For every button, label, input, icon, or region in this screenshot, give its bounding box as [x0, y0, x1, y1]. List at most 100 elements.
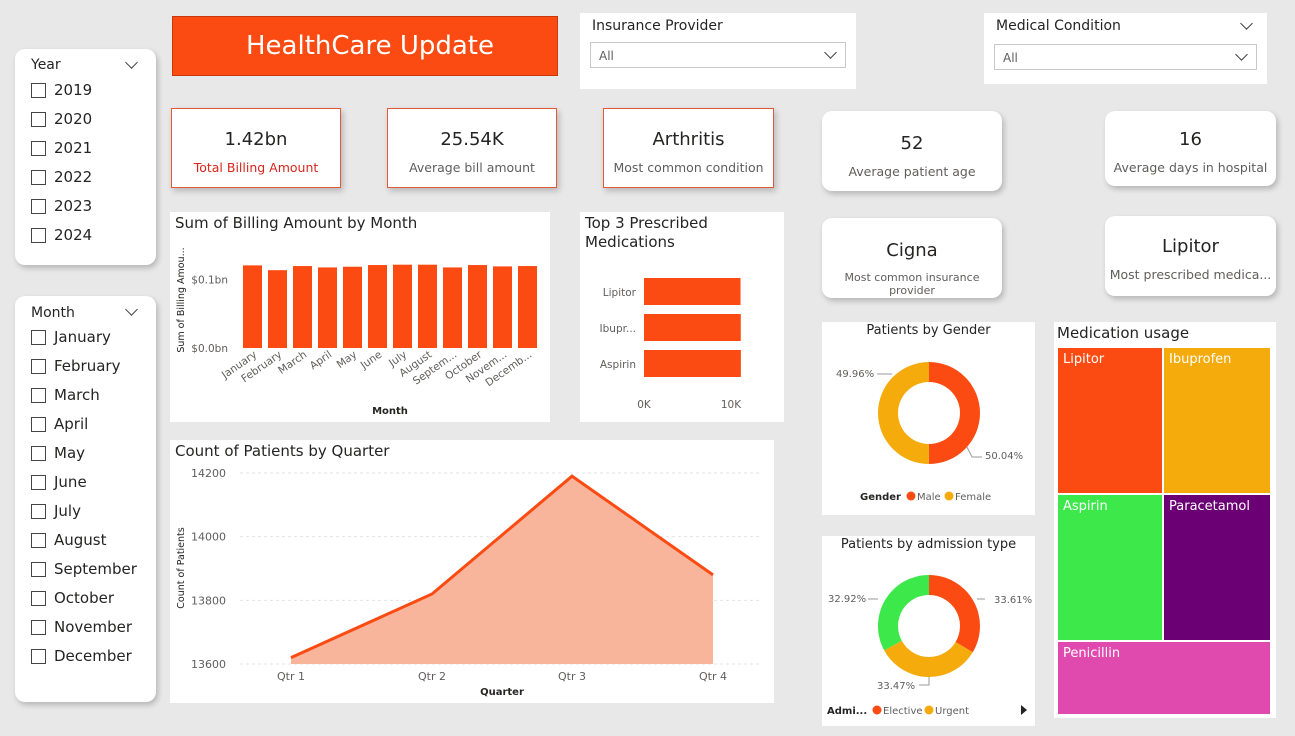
option-label: June	[54, 473, 87, 491]
bar	[644, 278, 741, 305]
month-option[interactable]: March	[31, 386, 100, 404]
year-option[interactable]: 2023	[31, 197, 92, 215]
donut-slice	[877, 362, 929, 464]
quarter-area-svg: 13600 13800 14000 14200 Qtr 1 Qtr 2 Qtr 3 Qtr 4…	[176, 467, 760, 698]
option-label: February	[54, 357, 121, 375]
year-option[interactable]: 2021	[31, 139, 92, 157]
legend-marker	[944, 491, 954, 501]
bar	[268, 270, 287, 348]
checkbox[interactable]	[31, 358, 46, 374]
checkbox[interactable]	[31, 561, 46, 577]
legend-label: Female	[955, 492, 991, 503]
y-tick-label: 14200	[191, 467, 226, 480]
treemap-tile[interactable]: Paracetamol	[1164, 495, 1270, 640]
legend-title: Admi...	[827, 706, 867, 717]
month-slicer-title: Month	[31, 305, 75, 321]
checkbox[interactable]	[31, 648, 46, 664]
label-leader	[919, 677, 930, 686]
month-option[interactable]: May	[31, 444, 85, 462]
donut-slice	[928, 362, 980, 464]
month-option[interactable]: November	[31, 618, 132, 636]
month-option[interactable]: December	[31, 647, 132, 665]
treemap-tile[interactable]: Ibuprofen	[1164, 348, 1270, 493]
y-tick-label: Ibupr...	[600, 323, 636, 335]
bar	[518, 266, 537, 348]
x-tick-label: Qtr 4	[699, 670, 727, 683]
kpi-label: Average bill amount	[409, 160, 535, 175]
checkbox[interactable]	[31, 329, 46, 345]
legend-marker	[924, 705, 934, 715]
option-label: 2022	[54, 168, 93, 186]
month-option[interactable]: June	[31, 473, 87, 491]
month-option[interactable]: September	[31, 560, 137, 578]
month-option[interactable]: April	[31, 415, 88, 433]
checkbox[interactable]	[31, 416, 46, 432]
treemap-tile[interactable]: Penicillin	[1058, 642, 1270, 714]
month-option[interactable]: July	[31, 502, 81, 520]
legend-title: Gender	[860, 492, 901, 503]
chart-title: Medication usage	[1057, 324, 1190, 342]
option-label: July	[54, 502, 81, 520]
bar	[493, 266, 512, 348]
checkbox[interactable]	[31, 590, 46, 606]
patients-by-quarter-chart: Count of Patients by Quarter 13600 13800 1…	[170, 440, 774, 703]
kpi-common-insurance: Cigna Most common insurance provider	[822, 218, 1002, 298]
medical-condition-label: Medical Condition	[996, 18, 1121, 34]
month-option[interactable]: January	[31, 328, 111, 346]
medical-condition-dropdown[interactable]: All	[994, 44, 1257, 70]
y-tick-label: $0.0bn	[191, 343, 228, 355]
chevron-down-icon[interactable]	[125, 56, 138, 69]
treemap-label: Lipitor	[1063, 352, 1105, 367]
legend-next-arrow-icon[interactable]	[1021, 705, 1027, 715]
year-option[interactable]: 2019	[31, 81, 92, 99]
month-option[interactable]: August	[31, 531, 107, 549]
medical-condition-value: All	[1003, 51, 1018, 65]
checkbox[interactable]	[31, 227, 46, 243]
kpi-value: 25.54K	[440, 129, 504, 150]
checkbox[interactable]	[31, 474, 46, 490]
checkbox[interactable]	[31, 619, 46, 635]
checkbox[interactable]	[31, 111, 46, 127]
treemap-tile[interactable]: Lipitor	[1058, 348, 1162, 493]
option-label: January	[54, 328, 111, 346]
month-option[interactable]: October	[31, 589, 114, 607]
checkbox[interactable]	[31, 82, 46, 98]
y-tick-label: 14000	[191, 531, 226, 544]
legend-marker	[906, 491, 916, 501]
checkbox[interactable]	[31, 198, 46, 214]
treemap-label: Paracetamol	[1169, 499, 1250, 514]
data-label: 50.04%	[985, 451, 1023, 462]
checkbox[interactable]	[31, 445, 46, 461]
treemap-label: Ibuprofen	[1169, 352, 1232, 367]
month-option[interactable]: February	[31, 357, 120, 375]
treemap-label: Penicillin	[1063, 646, 1121, 661]
year-option[interactable]: 2022	[31, 168, 92, 186]
chevron-down-icon[interactable]	[1240, 17, 1253, 30]
option-label: April	[54, 415, 89, 433]
kpi-average-age: 52 Average patient age	[822, 111, 1002, 191]
top-medications-chart: Top 3 Prescribed Medications Lipitor Ibup…	[580, 212, 784, 422]
checkbox[interactable]	[31, 387, 46, 403]
year-slicer: Year 2019 2020 2021 2022 2023 2024	[15, 49, 156, 265]
bar	[418, 264, 437, 348]
treemap-tile[interactable]: Aspirin	[1058, 495, 1162, 640]
year-option[interactable]: 2024	[31, 226, 92, 244]
bar	[644, 350, 741, 377]
checkbox[interactable]	[31, 140, 46, 156]
kpi-value: 16	[1179, 129, 1202, 150]
y-tick-label: 13800	[191, 594, 226, 607]
gender-donut-svg: 50.04% 49.96% Gender Male Female	[836, 362, 1023, 503]
insurance-provider-dropdown[interactable]: All	[590, 42, 846, 68]
checkbox[interactable]	[31, 169, 46, 185]
month-slicer: Month January February March April May June Ju…	[15, 296, 156, 702]
chevron-down-icon[interactable]	[125, 303, 138, 316]
data-label: 49.96%	[836, 369, 874, 380]
legend-marker	[872, 705, 882, 715]
billing-by-month-chart: Sum of Billing Amount by Month $0.0bn $0.…	[170, 212, 550, 422]
checkbox[interactable]	[31, 532, 46, 548]
bar	[318, 267, 337, 348]
option-label: August	[54, 531, 107, 549]
checkbox[interactable]	[31, 503, 46, 519]
year-option[interactable]: 2020	[31, 110, 92, 128]
medication-usage-treemap: Medication usage Lipitor Ibuprofen Aspirin…	[1054, 322, 1276, 718]
